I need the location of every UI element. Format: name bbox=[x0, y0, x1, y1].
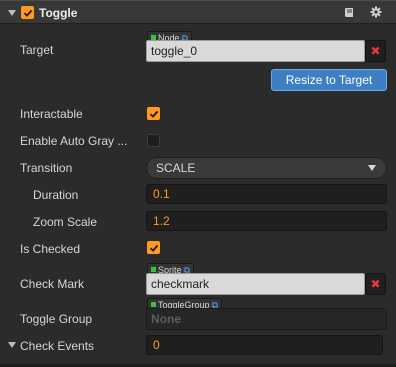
transition-select[interactable]: SCALE bbox=[146, 157, 387, 179]
target-clear-button[interactable]: ✖ bbox=[365, 40, 386, 62]
zoom-scale-input[interactable]: 1.2 bbox=[146, 211, 387, 231]
target-label: Target bbox=[20, 43, 54, 57]
toggle-group-field[interactable]: None bbox=[146, 308, 387, 330]
component-title: Toggle bbox=[39, 6, 78, 20]
check-mark-clear-button[interactable]: ✖ bbox=[365, 273, 386, 295]
interactable-checkbox[interactable] bbox=[147, 107, 160, 120]
collapse-arrow-icon[interactable] bbox=[8, 10, 16, 16]
checkmark-icon bbox=[149, 110, 158, 118]
zoom-scale-label: Zoom Scale bbox=[33, 215, 98, 229]
book-icon[interactable] bbox=[344, 7, 355, 18]
interactable-label: Interactable bbox=[20, 107, 83, 121]
target-field[interactable]: toggle_0 bbox=[146, 40, 365, 62]
is-checked-checkbox[interactable] bbox=[147, 241, 160, 254]
check-events-collapse-arrow-icon[interactable] bbox=[8, 342, 16, 348]
sprite-type-icon bbox=[151, 267, 156, 272]
duration-input[interactable]: 0.1 bbox=[146, 184, 387, 204]
check-mark-label: Check Mark bbox=[20, 277, 85, 291]
duration-label: Duration bbox=[33, 188, 79, 202]
dropdown-arrow-icon bbox=[368, 165, 376, 171]
gear-icon[interactable] bbox=[370, 6, 382, 18]
checkmark-icon bbox=[149, 244, 158, 252]
toggle-group-label: Toggle Group bbox=[20, 312, 93, 326]
check-mark-field[interactable]: checkmark bbox=[146, 273, 365, 295]
transition-value: SCALE bbox=[156, 161, 196, 175]
transition-label: Transition bbox=[20, 161, 73, 175]
component-enabled-checkbox[interactable] bbox=[21, 6, 34, 19]
check-events-label: Check Events bbox=[20, 339, 95, 353]
checkmark-icon bbox=[23, 9, 32, 17]
component-header[interactable]: Toggle bbox=[0, 0, 396, 24]
check-events-count-input[interactable]: 0 bbox=[146, 335, 383, 355]
enable-auto-gray-checkbox[interactable] bbox=[147, 134, 160, 147]
is-checked-label: Is Checked bbox=[20, 242, 81, 256]
enable-auto-gray-label: Enable Auto Gray ... bbox=[20, 134, 128, 148]
resize-to-target-button[interactable]: Resize to Target bbox=[271, 69, 387, 91]
togglegroup-type-icon bbox=[151, 302, 156, 307]
